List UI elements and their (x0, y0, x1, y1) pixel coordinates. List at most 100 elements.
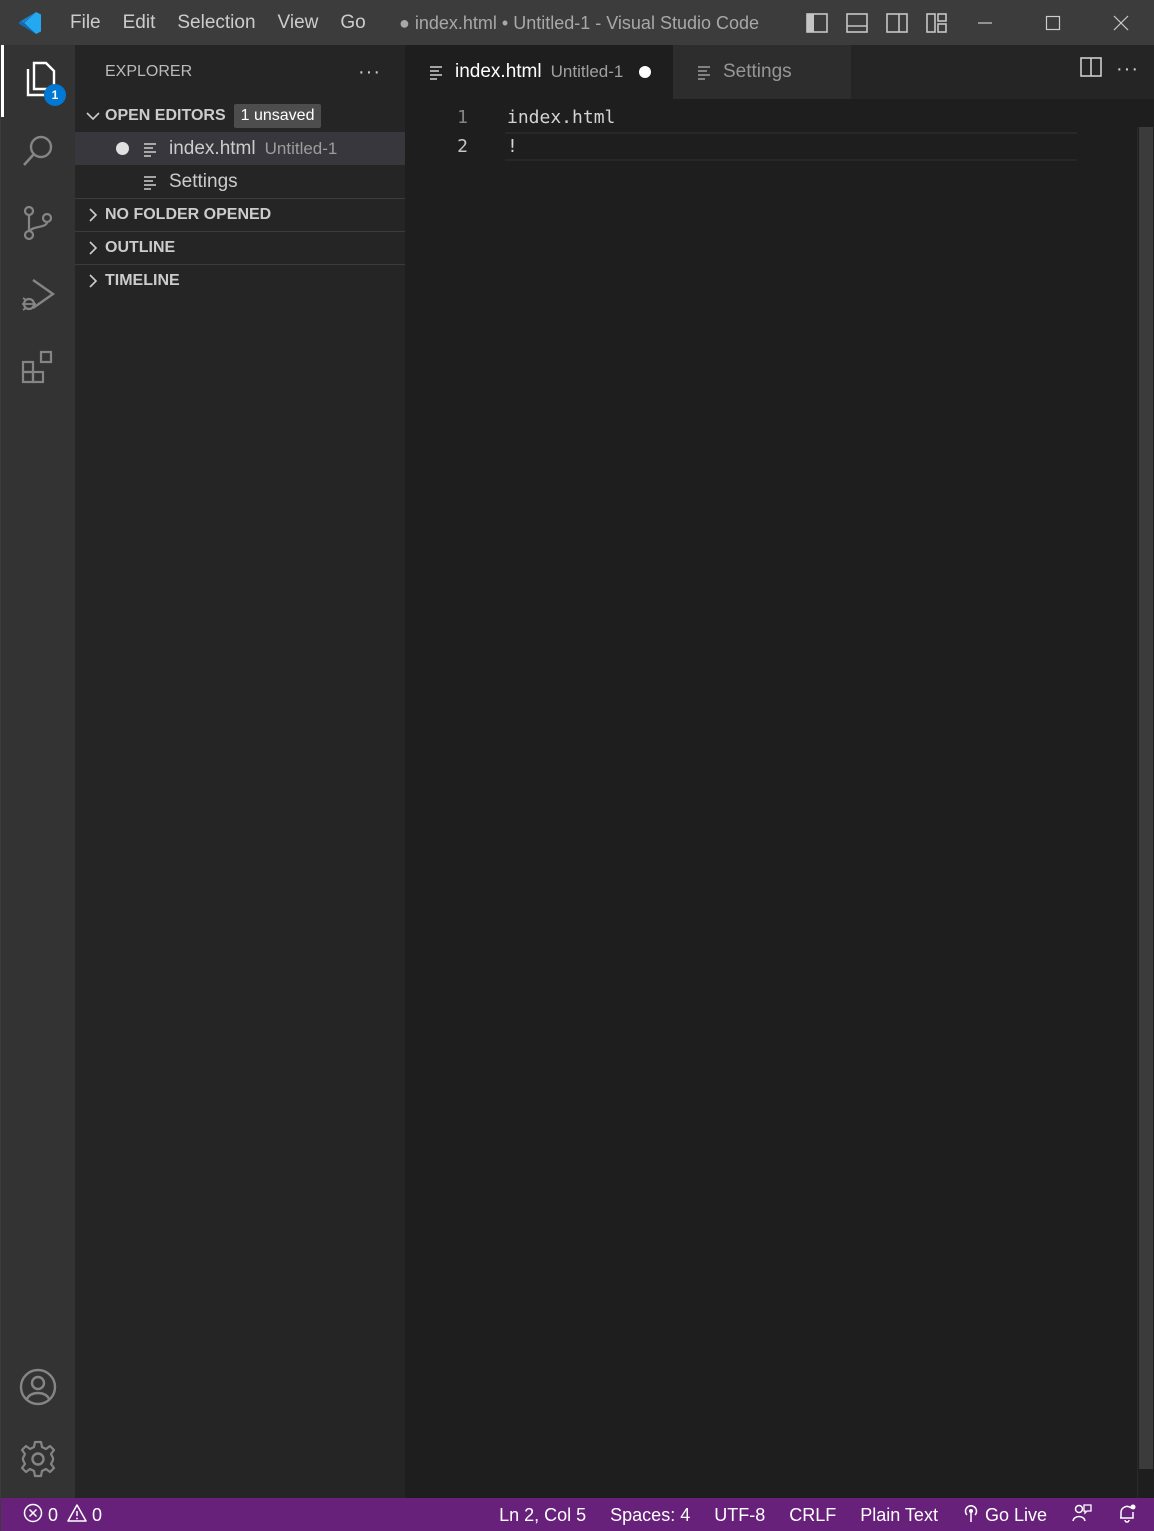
eol-status[interactable]: CRLF (777, 1498, 848, 1531)
editor-actions: ··· (1080, 57, 1139, 82)
toggle-secondary-sidebar-icon[interactable] (881, 9, 913, 37)
status-bar: 0 0 Ln 2, Col 5 Spaces: 4 UTF-8 CRLF Pla… (1, 1498, 1154, 1531)
menu-view[interactable]: View (267, 1, 330, 45)
code-line: 1 index.html (405, 103, 1077, 132)
menu-bar: File Edit Selection View Go (59, 1, 377, 45)
warning-icon (67, 1503, 87, 1528)
notifications-button[interactable] (1105, 1498, 1154, 1531)
section-label: TIMELINE (105, 272, 180, 289)
window-title: ● index.html • Untitled-1 - Visual Studi… (399, 13, 760, 33)
explorer-badge: 1 (44, 84, 66, 106)
code-editor[interactable]: 1 index.html 2 ! (405, 99, 1139, 1498)
feedback-button[interactable] (1059, 1498, 1105, 1531)
sidebar-title: EXPLORER (105, 63, 193, 80)
chevron-right-icon (81, 274, 105, 288)
vertical-scrollbar[interactable] (1137, 127, 1153, 1498)
extensions-icon (19, 348, 57, 391)
tab-bar: index.html Untitled-1 Settings ··· (405, 45, 1154, 99)
account-icon (18, 1367, 58, 1412)
cursor-position[interactable]: Ln 2, Col 5 (487, 1498, 598, 1531)
source-control-icon (20, 204, 56, 247)
chevron-right-icon (81, 241, 105, 255)
line-text: ! (507, 136, 518, 157)
tab-index-html[interactable]: index.html Untitled-1 (405, 45, 673, 99)
scrollbar-thumb[interactable] (1139, 127, 1153, 1469)
go-live-label: Go Live (984, 1504, 1047, 1525)
open-editor-name: index.html (169, 137, 256, 159)
activity-bar: 1 (1, 45, 75, 1498)
line-number: 2 (457, 136, 468, 157)
encoding-status[interactable]: UTF-8 (702, 1498, 777, 1531)
extensions-activity-button[interactable] (1, 333, 75, 405)
open-editor-description: Untitled-1 (264, 138, 338, 158)
feedback-icon (1071, 1503, 1093, 1528)
tab-label: Settings (723, 61, 792, 82)
manage-activity-button[interactable] (1, 1425, 75, 1497)
bell-icon (1117, 1503, 1137, 1528)
text-file-icon (143, 174, 161, 190)
explorer-activity-button[interactable]: 1 (1, 45, 75, 117)
no-folder-opened-header[interactable]: NO FOLDER OPENED (75, 198, 405, 231)
line-text: index.html (507, 107, 616, 128)
text-file-icon (429, 64, 447, 80)
title-bar: File Edit Selection View Go ● index.html… (1, 1, 1154, 45)
unsaved-badge: 1 unsaved (233, 103, 322, 128)
current-line-highlight (505, 132, 1077, 161)
run-debug-icon (19, 276, 57, 319)
section-label: NO FOLDER OPENED (105, 206, 272, 223)
accounts-activity-button[interactable] (1, 1353, 75, 1425)
chevron-right-icon (81, 208, 105, 222)
code-line-current: 2 ! (405, 132, 1077, 161)
editor-group: index.html Untitled-1 Settings ··· 1 ind (405, 45, 1154, 1498)
layout-controls (801, 9, 953, 37)
open-editor-name: Settings (169, 170, 238, 192)
tab-settings[interactable]: Settings (673, 45, 851, 99)
run-debug-activity-button[interactable] (1, 261, 75, 333)
source-control-activity-button[interactable] (1, 189, 75, 261)
text-file-icon (143, 141, 161, 157)
tab-label: index.html (455, 61, 542, 82)
warning-count: 0 (92, 1504, 103, 1525)
split-editor-icon[interactable] (1080, 57, 1102, 82)
go-live-button[interactable]: Go Live (950, 1498, 1059, 1531)
menu-go[interactable]: Go (329, 1, 376, 45)
customize-layout-icon[interactable] (921, 9, 953, 37)
sidebar-header: EXPLORER ··· (75, 45, 405, 99)
explorer-sidebar: EXPLORER ··· OPEN EDITORS 1 unsaved inde… (75, 45, 405, 1498)
problems-status[interactable]: 0 0 (1, 1498, 114, 1531)
unsaved-dot-icon[interactable] (116, 142, 129, 155)
menu-edit[interactable]: Edit (112, 1, 167, 45)
open-editors-label: OPEN EDITORS (105, 106, 226, 124)
timeline-header[interactable]: TIMELINE (75, 264, 405, 297)
language-mode-status[interactable]: Plain Text (848, 1498, 950, 1531)
open-editors-header[interactable]: OPEN EDITORS 1 unsaved (75, 99, 405, 132)
minimize-icon[interactable] (951, 1, 1019, 45)
tab-description: Untitled-1 (550, 62, 624, 81)
error-icon (23, 1503, 43, 1528)
unsaved-dot-icon[interactable] (639, 66, 652, 78)
vscode-logo-icon (1, 1, 59, 45)
menu-file[interactable]: File (59, 1, 112, 45)
status-bar-right: Ln 2, Col 5 Spaces: 4 UTF-8 CRLF Plain T… (487, 1498, 1154, 1531)
open-editor-item-settings[interactable]: Settings (75, 165, 405, 198)
text-file-icon (697, 64, 715, 80)
gear-icon (18, 1439, 58, 1484)
more-actions-icon[interactable]: ··· (1116, 58, 1139, 81)
maximize-icon[interactable] (1019, 1, 1087, 45)
open-editor-item-index[interactable]: index.html Untitled-1 (75, 132, 405, 165)
menu-selection[interactable]: Selection (166, 1, 266, 45)
more-actions-icon[interactable]: ··· (358, 61, 381, 84)
close-window-icon[interactable] (1087, 1, 1154, 45)
broadcast-icon (962, 1503, 980, 1528)
outline-header[interactable]: OUTLINE (75, 231, 405, 264)
toggle-primary-sidebar-icon[interactable] (801, 9, 833, 37)
indentation-status[interactable]: Spaces: 4 (598, 1498, 702, 1531)
search-activity-button[interactable] (1, 117, 75, 189)
line-number: 1 (457, 107, 468, 128)
window-controls (951, 1, 1154, 45)
toggle-panel-icon[interactable] (841, 9, 873, 37)
vscode-window: File Edit Selection View Go ● index.html… (0, 0, 1154, 1531)
search-icon (20, 133, 56, 174)
section-label: OUTLINE (105, 239, 176, 256)
error-count: 0 (48, 1504, 59, 1525)
